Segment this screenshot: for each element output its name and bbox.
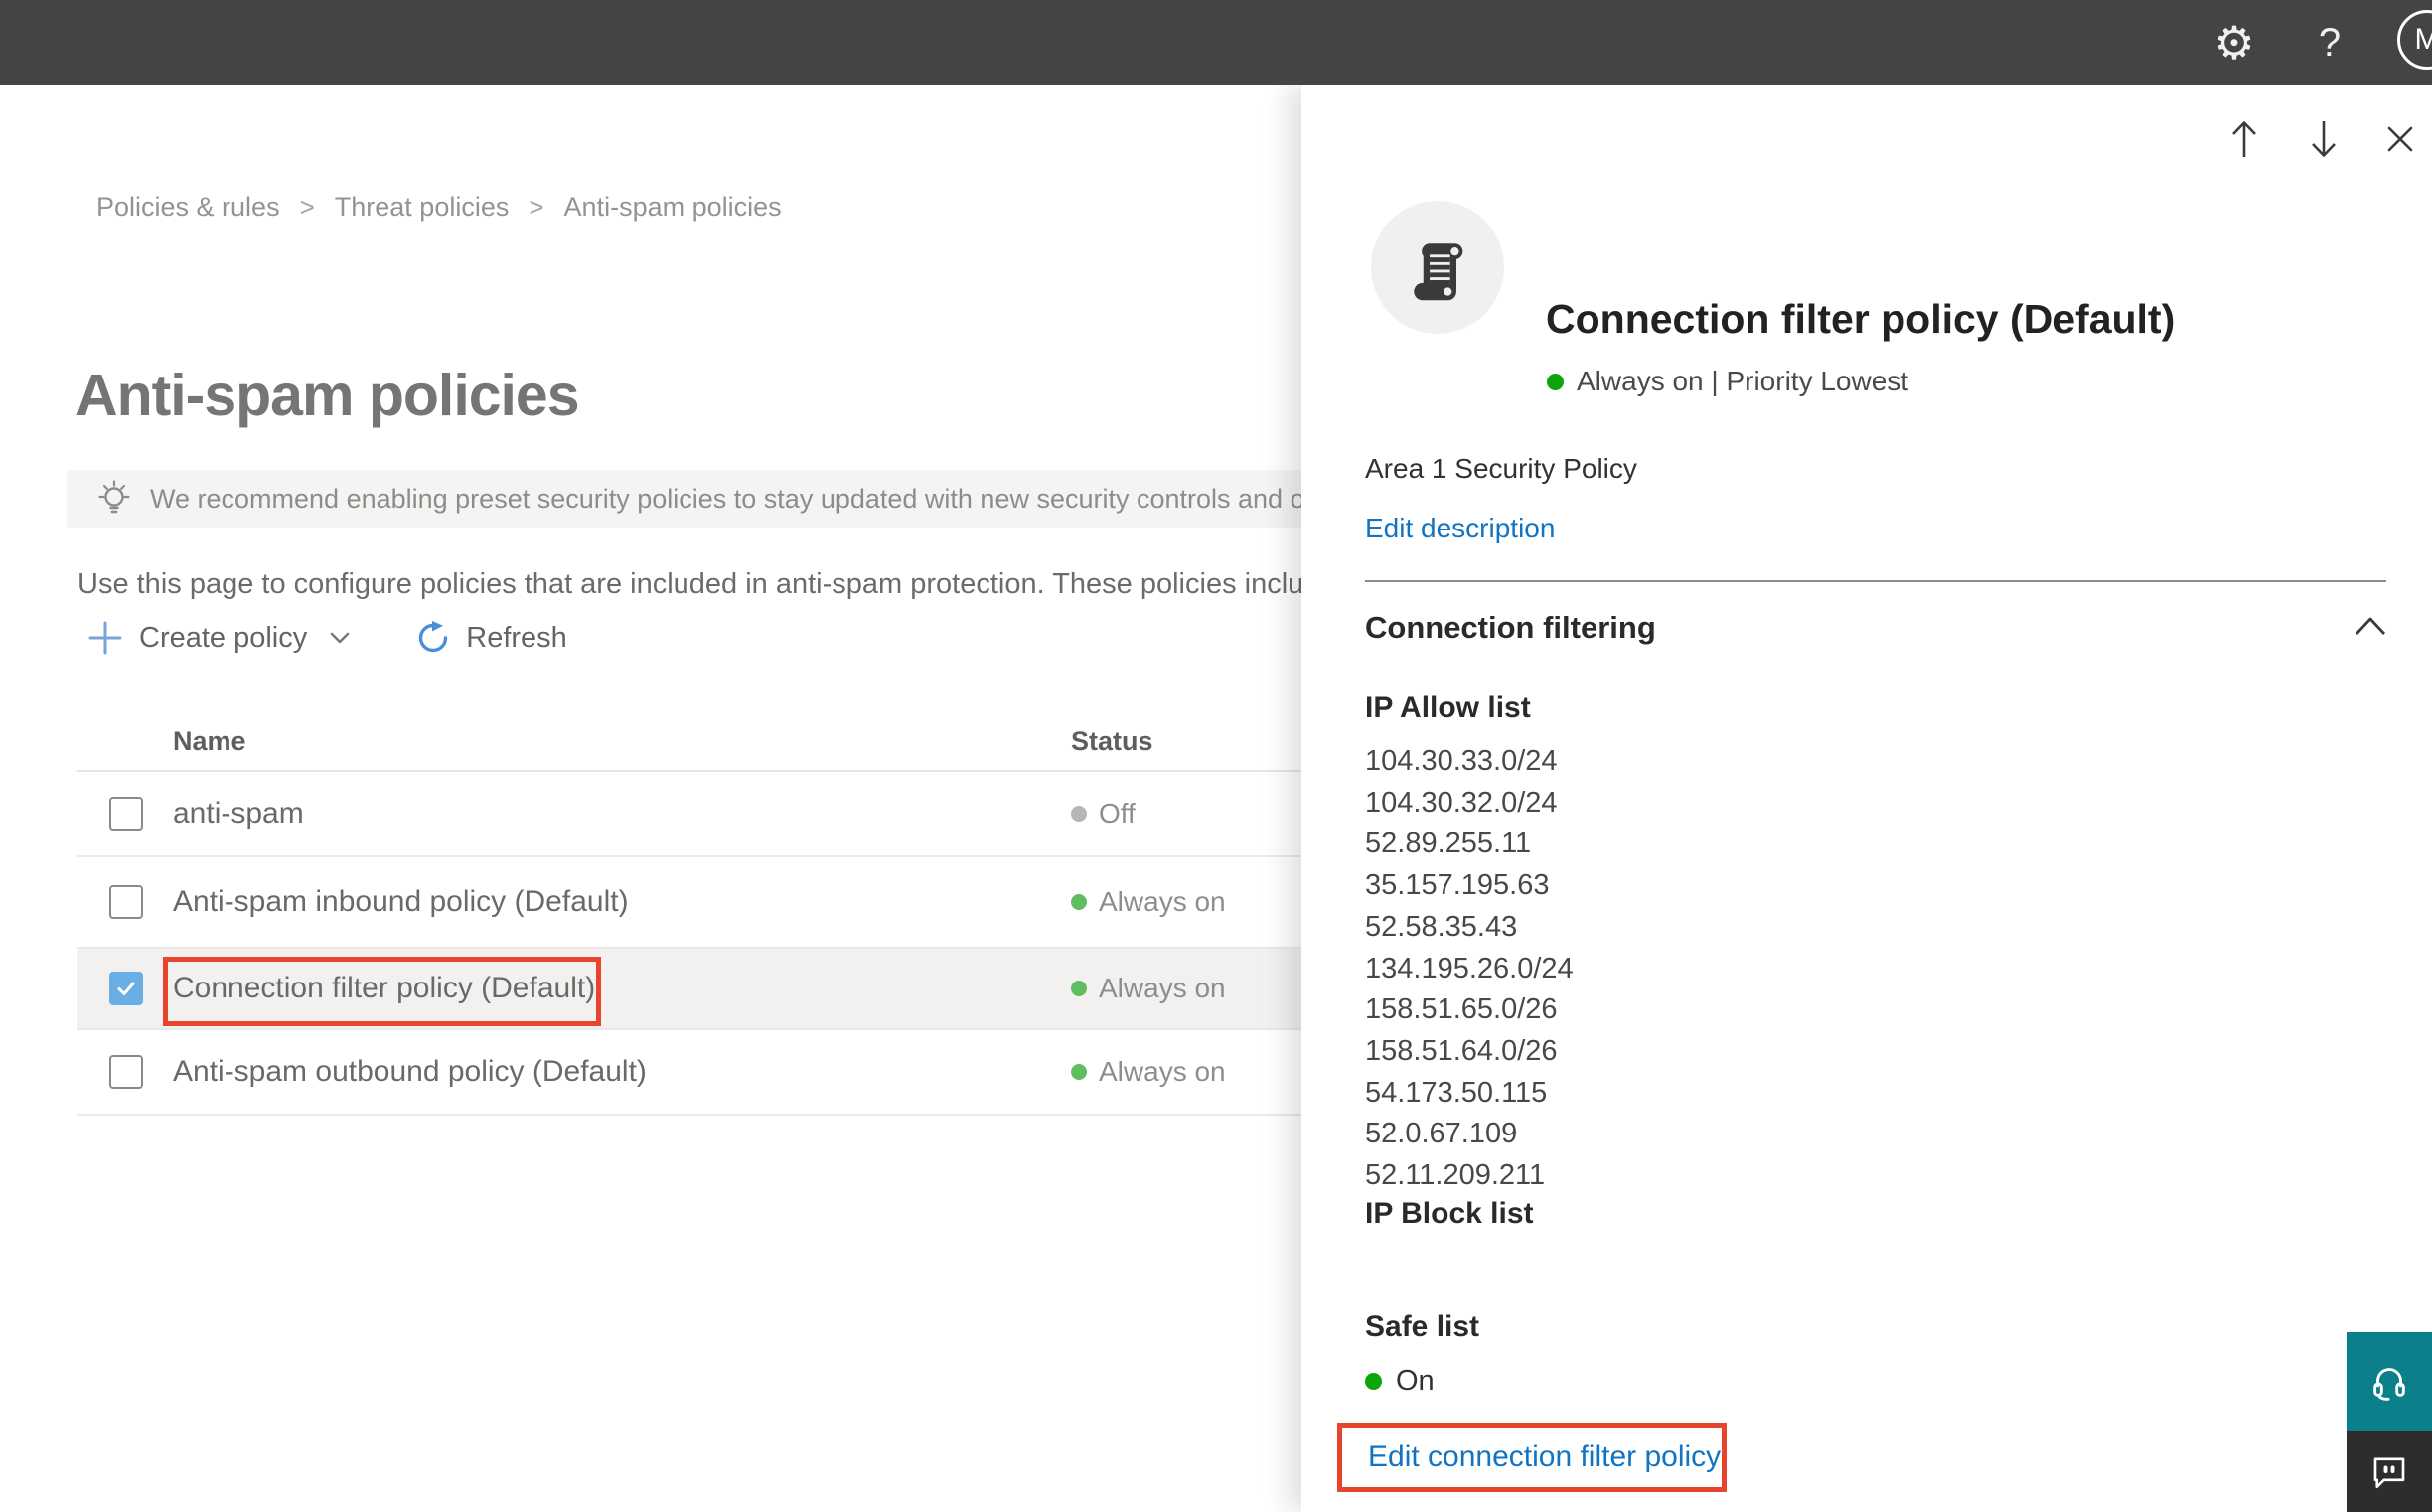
status-dot-icon	[1365, 1372, 1382, 1390]
status-label: Always on	[1099, 1056, 1226, 1087]
status-dot-icon	[1547, 373, 1564, 390]
ip-entry: 158.51.65.0/26	[1365, 993, 1558, 1026]
connection-filtering-heading[interactable]: Connection filtering	[1365, 610, 1656, 646]
scroll-icon	[1414, 243, 1463, 301]
create-policy-label: Create policy	[139, 621, 308, 654]
arrow-down-icon	[2312, 121, 2336, 157]
row-checkbox[interactable]	[109, 885, 143, 919]
status-dot-icon	[1071, 806, 1087, 822]
close-button[interactable]	[2376, 115, 2424, 163]
edit-connection-filter-policy-link[interactable]: Edit connection filter policy	[1368, 1440, 1721, 1474]
flyout-title: Connection filter policy (Default)	[1546, 296, 2176, 342]
annotation-box: Edit connection filter policy	[1337, 1423, 1727, 1492]
banner-text: We recommend enabling preset security po…	[150, 483, 1448, 514]
table-row[interactable]: Anti-spam outbound policy (Default) Alwa…	[77, 1030, 1399, 1116]
table-header: Name Status	[77, 720, 1399, 772]
row-checkbox[interactable]	[109, 797, 143, 831]
chevron-up-icon[interactable]	[2353, 614, 2388, 638]
flyout-status-line: Always on | Priority Lowest	[1547, 365, 1908, 398]
section-divider	[1365, 580, 2386, 582]
edit-description-link[interactable]: Edit description	[1365, 513, 1555, 544]
column-header-name: Name	[173, 726, 246, 756]
safe-list-status: On	[1365, 1364, 1435, 1398]
chat-icon	[2373, 1457, 2405, 1489]
ip-entry: 35.157.195.63	[1365, 869, 1550, 902]
policy-status: Off	[1071, 798, 1136, 830]
breadcrumb-anti-spam-policies[interactable]: Anti-spam policies	[564, 192, 782, 223]
policy-status: Always on	[1071, 1056, 1226, 1088]
row-checkbox[interactable]	[109, 1055, 143, 1089]
plus-icon	[87, 620, 123, 656]
breadcrumb-separator-icon: >	[529, 192, 544, 222]
policy-name[interactable]: Anti-spam inbound policy (Default)	[173, 885, 629, 919]
gear-icon: ⚙	[2213, 17, 2255, 69]
create-policy-button[interactable]: Create policy	[87, 620, 353, 656]
close-icon	[2387, 126, 2413, 152]
table-row[interactable]: anti-spam Off	[77, 772, 1399, 857]
next-item-button[interactable]	[2300, 115, 2348, 163]
status-label: Off	[1099, 798, 1136, 829]
ip-allow-list-heading: IP Allow list	[1365, 691, 1531, 724]
policy-icon-circle	[1371, 201, 1504, 334]
ip-allow-list: 104.30.33.0/24 104.30.32.0/24 52.89.255.…	[1365, 741, 1574, 1197]
policy-status: Always on	[1071, 973, 1226, 1004]
policy-status: Always on	[1071, 886, 1226, 918]
lightbulb-icon	[94, 477, 134, 521]
page-description: Use this page to configure policies that…	[77, 568, 1336, 600]
ip-entry: 52.11.209.211	[1365, 1159, 1546, 1192]
toolbar: Create policy Refresh	[87, 614, 567, 662]
status-dot-icon	[1071, 981, 1087, 996]
row-checkbox-checked[interactable]	[109, 972, 143, 1005]
top-bar: ⚙ ? M	[0, 0, 2432, 85]
ip-entry: 54.173.50.115	[1365, 1076, 1548, 1109]
page-title: Anti-spam policies	[76, 362, 580, 428]
policy-description: Area 1 Security Policy	[1365, 453, 1637, 484]
policy-name[interactable]: anti-spam	[173, 797, 304, 831]
policy-name[interactable]: Anti-spam outbound policy (Default)	[173, 1055, 647, 1089]
ip-entry: 158.51.64.0/26	[1365, 1034, 1558, 1067]
status-dot-icon	[1071, 1064, 1087, 1080]
arrow-up-icon	[2232, 121, 2256, 157]
account-avatar[interactable]: M	[2397, 10, 2432, 70]
ip-entry: 52.58.35.43	[1365, 910, 1518, 943]
column-header-status: Status	[1071, 726, 1153, 756]
feedback-button[interactable]	[2347, 1431, 2432, 1512]
ip-block-list-heading: IP Block list	[1365, 1197, 1534, 1230]
refresh-label: Refresh	[466, 621, 567, 654]
policy-name[interactable]: Connection filter policy (Default)	[173, 972, 595, 1005]
breadcrumb-policies-and-rules[interactable]: Policies & rules	[96, 192, 280, 223]
help-button[interactable]: ?	[2301, 0, 2358, 85]
flyout-status-text: Always on | Priority Lowest	[1577, 366, 1909, 396]
chevron-down-icon	[327, 625, 353, 651]
refresh-button[interactable]: Refresh	[416, 621, 567, 655]
checkmark-icon	[117, 982, 135, 995]
support-button[interactable]	[2347, 1332, 2432, 1431]
headset-icon	[2373, 1367, 2405, 1401]
ip-entry: 52.89.255.11	[1365, 828, 1532, 860]
safe-list-heading: Safe list	[1365, 1310, 1480, 1343]
ip-entry: 52.0.67.109	[1365, 1118, 1518, 1150]
ip-entry: 134.195.26.0/24	[1365, 952, 1574, 984]
breadcrumb-separator-icon: >	[299, 192, 315, 222]
screen: ⚙ ? M Policies & rules > Threat policies…	[0, 0, 2432, 1512]
breadcrumb: Policies & rules > Threat policies > Ant…	[96, 192, 782, 223]
table-row[interactable]: Anti-spam inbound policy (Default) Alway…	[77, 857, 1399, 949]
previous-item-button[interactable]	[2220, 115, 2268, 163]
status-label: Always on	[1099, 886, 1226, 917]
safe-list-status-label: On	[1396, 1364, 1435, 1397]
status-dot-icon	[1071, 894, 1087, 910]
settings-button[interactable]: ⚙	[2205, 0, 2263, 85]
refresh-icon	[416, 621, 450, 655]
help-icon: ?	[2318, 20, 2342, 65]
avatar-initial: M	[2414, 23, 2432, 56]
status-label: Always on	[1099, 973, 1226, 1003]
ip-entry: 104.30.32.0/24	[1365, 786, 1558, 819]
policy-details-flyout: Connection filter policy (Default) Alway…	[1301, 85, 2432, 1512]
breadcrumb-threat-policies[interactable]: Threat policies	[335, 192, 510, 223]
table-row-selected[interactable]: Connection filter policy (Default) Alway…	[77, 949, 1399, 1030]
ip-entry: 104.30.33.0/24	[1365, 745, 1558, 777]
